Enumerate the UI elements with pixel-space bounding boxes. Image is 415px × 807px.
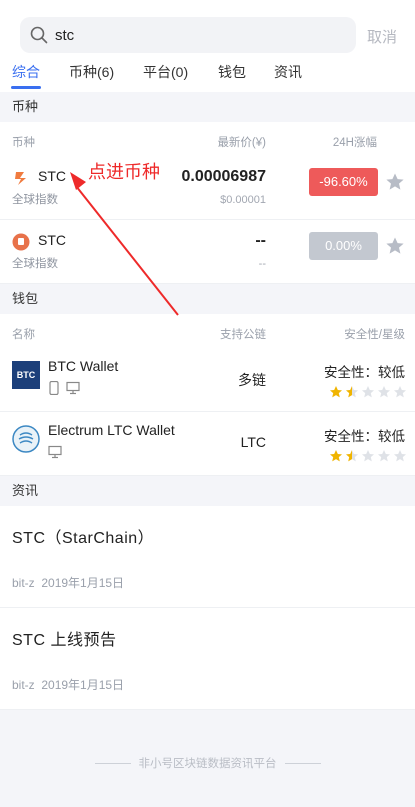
svg-text:BTC: BTC [17,370,36,380]
btc-wallet-logo-icon: BTC [12,361,40,389]
tab-wallets[interactable]: 钱包 [218,62,246,82]
coin-name: STC [38,232,66,248]
mobile-icon [49,381,59,395]
electrum-logo-icon [12,425,40,453]
news-source: bit-z [12,678,35,692]
coin-index-label: 全球指数 [12,194,58,206]
wallet-chain: LTC [240,434,266,450]
coin-row[interactable]: STC 全球指数 0.00006987 $0.00001 -96.60% [0,156,415,220]
cancel-button[interactable]: 取消 [367,26,397,47]
desktop-icon [48,445,62,459]
coin-price: -- [255,232,266,249]
news-title: STC 上线预告 [12,632,117,649]
col-price: 最新价(¥) [217,137,266,149]
wallet-column-header: 名称 支持公链 安全性/星级 [0,314,415,348]
coin-row[interactable]: STC 全球指数 -- -- 0.00% [0,220,415,284]
annotation-text: 点进币种 [88,162,160,182]
star-empty-icon [393,450,407,462]
star-half-icon [345,386,359,398]
coin-usd-price: $0.00001 [220,194,266,206]
col-chain: 支持公链 [220,329,266,341]
active-tab-indicator [11,86,41,89]
tab-bar: 综合 币种(6) 平台(0) 钱包 资讯 [0,62,415,92]
news-date: 2019年1月15日 [41,576,125,590]
search-box[interactable]: stc [20,17,356,53]
star-empty-icon [361,386,375,398]
search-input[interactable]: stc [55,27,74,44]
coin-name: STC [38,168,66,184]
wallet-chain: 多链 [238,372,266,388]
search-icon [30,26,48,44]
wallet-row[interactable]: BTC BTC Wallet 多链 安全性：较低 [0,348,415,412]
col-safety: 安全性/星级 [344,329,405,341]
coin-usd-price: -- [258,258,266,270]
wallet-section-header: 钱包 [0,284,415,314]
wallet-name: BTC Wallet [48,358,119,374]
star-empty-icon [361,450,375,462]
wallet-safety: 安全性：较低 [324,429,405,444]
tab-overview[interactable]: 综合 [12,62,40,82]
wallet-row[interactable]: Electrum LTC Wallet LTC 安全性：较低 [0,412,415,476]
star-full-icon [329,386,343,398]
news-item[interactable]: STC（StarChain） bit-z 2019年1月15日 [0,506,415,608]
coins-section-header: 币种 [0,92,415,122]
news-title: STC（StarChain） [12,530,155,547]
news-date: 2019年1月15日 [41,678,125,692]
tab-news[interactable]: 资讯 [274,62,302,82]
col-coin: 币种 [12,137,35,149]
platform-icons [48,445,62,459]
news-meta: bit-z 2019年1月15日 [12,676,124,693]
star-rating [329,449,407,463]
col-name: 名称 [12,329,35,341]
star-empty-icon [377,450,391,462]
star-rating [329,385,407,399]
coin-change-badge: -96.60% [309,168,378,196]
tab-platforms[interactable]: 平台(0) [143,62,188,82]
top-bar: stc 取消 综合 币种(6) 平台(0) 钱包 资讯 [0,0,415,92]
star-empty-icon [377,386,391,398]
footer: 非小号区块链数据资讯平台 [0,755,415,771]
stc-coin-logo-icon [12,233,30,251]
wallet-name: Electrum LTC Wallet [48,422,175,438]
footer-text: 非小号区块链数据资讯平台 [138,758,277,770]
wallet-safety: 安全性：较低 [324,365,405,380]
coin-index-label: 全球指数 [12,258,58,270]
coins-column-header: 币种 最新价(¥) 24H涨幅 [0,122,415,156]
desktop-icon [66,381,80,395]
star-half-icon [345,450,359,462]
news-meta: bit-z 2019年1月15日 [12,574,124,591]
stc-coin-logo-icon [15,172,26,185]
favorite-star-icon[interactable] [385,172,405,192]
news-section-header: 资讯 [0,476,415,506]
star-full-icon [329,450,343,462]
news-item[interactable]: STC 上线预告 bit-z 2019年1月15日 [0,608,415,710]
col-change: 24H涨幅 [332,137,377,149]
news-source: bit-z [12,576,35,590]
coin-change-badge: 0.00% [309,232,378,260]
favorite-star-icon[interactable] [385,236,405,256]
platform-icons [48,381,80,395]
star-empty-icon [393,386,407,398]
coin-price: 0.00006987 [181,168,266,185]
tab-coins[interactable]: 币种(6) [69,62,114,82]
